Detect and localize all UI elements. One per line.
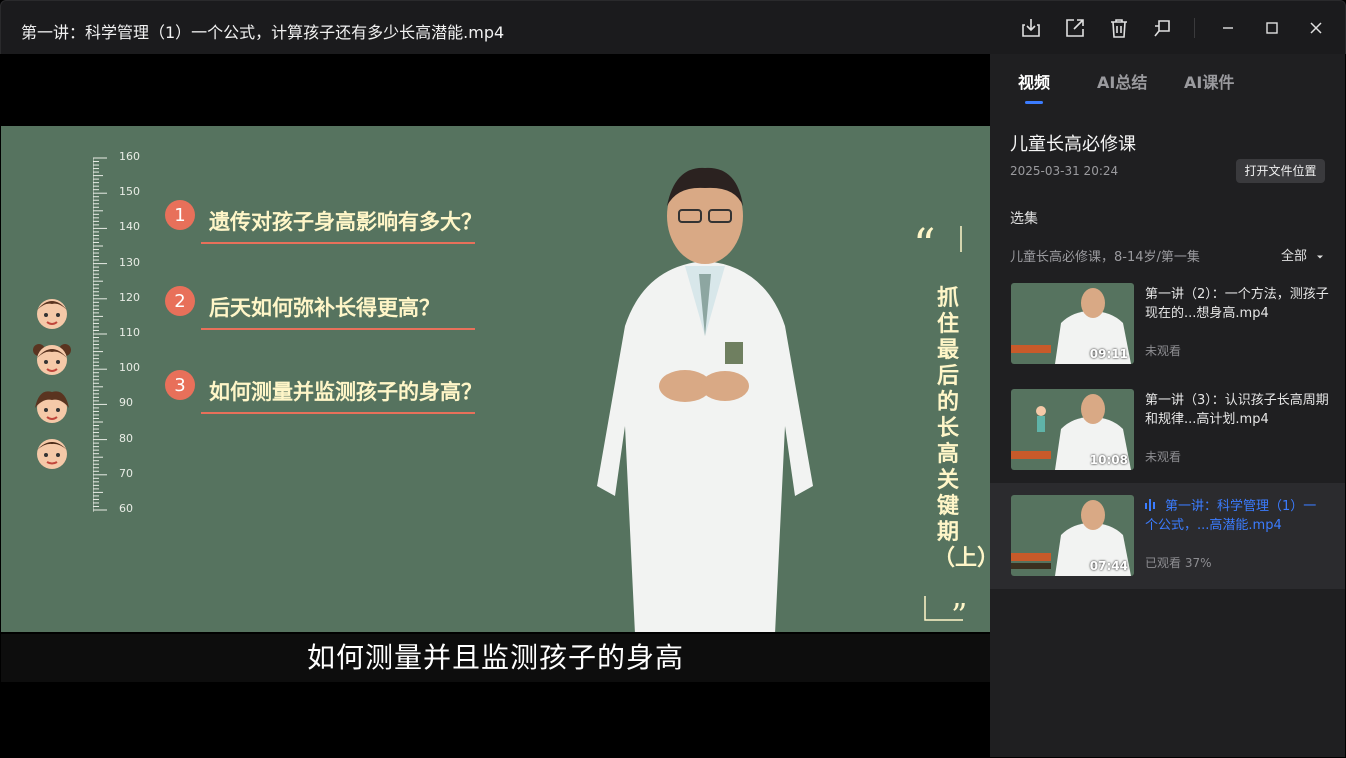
ruler-label: 100	[119, 361, 140, 375]
video-frame: 160 150 140 130 120 110 100 90 80 70 60 1 遗传对孩子身高影…	[1, 126, 990, 632]
video-player[interactable]: 160 150 140 130 120 110 100 90 80 70 60 1 遗传对孩子身高影…	[1, 54, 990, 757]
minimize-icon[interactable]	[1215, 15, 1241, 41]
quote-close-icon: ”	[924, 596, 967, 626]
episode-thumbnail: 10:08	[1011, 389, 1134, 470]
ruler-label: 60	[119, 502, 133, 515]
title-bar: 第一讲：科学管理（1）一个公式，计算孩子还有多少长高潜能.mp4	[0, 0, 1346, 54]
svg-text:“: “	[913, 226, 936, 266]
ruler-label: 160	[119, 150, 140, 163]
tab-ai-courseware[interactable]: AI课件	[1184, 69, 1234, 93]
question-text: 遗传对孩子身高影响有多大？	[209, 210, 482, 234]
episode-title: 第一讲：科学管理（1）一个公式，...高潜能.mp4	[1145, 497, 1329, 535]
ruler-label: 80	[119, 431, 133, 445]
course-title: 儿童长高必修课	[1010, 134, 1136, 155]
underline	[201, 242, 475, 244]
question-text: 如何测量并监测孩子的身高？	[209, 380, 482, 404]
episode-item[interactable]: 10:08 第一讲（3）：认识孩子长高周期和规律...高计划.mp4 未观看	[990, 377, 1345, 483]
maximize-icon[interactable]	[1259, 15, 1285, 41]
pin-icon[interactable]	[1150, 15, 1176, 41]
underline	[201, 412, 475, 414]
episode-thumbnail: 07:44	[1011, 495, 1134, 576]
ruler-label: 70	[119, 466, 133, 480]
question-text: 后天如何弥补长得更高？	[209, 296, 440, 320]
panel-tabs: 视频 AI总结 AI课件	[990, 54, 1345, 110]
season-label: 儿童长高必修课，8-14岁/第一集	[1010, 250, 1200, 265]
episode-title-text: 第一讲：科学管理（1）一个公式，...高潜能.mp4	[1145, 499, 1317, 533]
child-face-icon	[37, 439, 67, 469]
delete-icon[interactable]	[1106, 15, 1132, 41]
ruler-label: 140	[119, 220, 140, 234]
episode-title: 第一讲（2）：一个方法，测孩子现在的...想身高.mp4	[1145, 287, 1329, 321]
child-face-icon	[33, 344, 71, 375]
underline	[201, 328, 475, 330]
episode-item[interactable]: 09:11 第一讲（2）：一个方法，测孩子现在的...想身高.mp4 未观看	[990, 271, 1345, 377]
share-icon[interactable]	[1062, 15, 1088, 41]
episode-status: 未观看	[1145, 344, 1182, 358]
episode-status: 未观看	[1145, 450, 1182, 464]
side-panel: 视频 AI总结 AI课件 儿童长高必修课 2025-03-31 20:24 打开…	[990, 54, 1345, 757]
episodes-section-label: 选集	[1010, 211, 1038, 227]
question-number: 3	[165, 370, 195, 400]
presenter-image	[597, 167, 813, 632]
ruler-label: 150	[119, 185, 140, 199]
episode-thumbnail: 09:11	[1011, 283, 1134, 364]
course-date: 2025-03-31 20:24	[1010, 164, 1119, 178]
episode-item-active[interactable]: 07:44 第一讲：科学管理（1）一个公式，...高潜能.mp4 已观看 37%	[990, 483, 1345, 589]
tab-video[interactable]: 视频	[1018, 69, 1050, 93]
window-title: 第一讲：科学管理（1）一个公式，计算孩子还有多少长高潜能.mp4	[21, 23, 505, 42]
side-title: 抓住最后的长高关键期（上）	[933, 286, 990, 571]
tab-ai-summary[interactable]: AI总结	[1097, 69, 1147, 93]
filter-dropdown[interactable]: 全部	[1281, 245, 1325, 264]
episode-title: 第一讲（3）：认识孩子长高周期和规律...高计划.mp4	[1145, 393, 1329, 427]
open-file-location-button[interactable]: 打开文件位置	[1236, 159, 1325, 183]
close-icon[interactable]	[1303, 15, 1329, 41]
chevron-down-icon	[1317, 255, 1324, 258]
question-number: 1	[165, 200, 195, 230]
ruler-label: 120	[119, 290, 140, 304]
episode-duration: 07:44	[1089, 559, 1128, 573]
episode-status: 已观看 37%	[1145, 556, 1212, 570]
filter-label: 全部	[1281, 249, 1308, 264]
titlebar-divider	[1194, 18, 1195, 38]
question-number: 2	[165, 286, 195, 316]
video-subtitle: 如何测量并且监测孩子的身高	[1, 634, 990, 682]
ruler-label: 110	[119, 326, 140, 339]
ruler-label: 90	[119, 396, 133, 410]
episode-duration: 10:08	[1089, 453, 1128, 467]
download-icon[interactable]	[1018, 15, 1044, 41]
ruler-label: 130	[119, 255, 140, 269]
episode-duration: 09:11	[1089, 347, 1128, 361]
active-tab-indicator	[1025, 101, 1043, 104]
child-face-icon	[35, 391, 69, 423]
quote-open-icon: “	[913, 226, 962, 266]
svg-text:”: ”	[951, 596, 967, 626]
now-playing-icon	[1145, 499, 1155, 511]
child-face-icon	[37, 299, 67, 329]
